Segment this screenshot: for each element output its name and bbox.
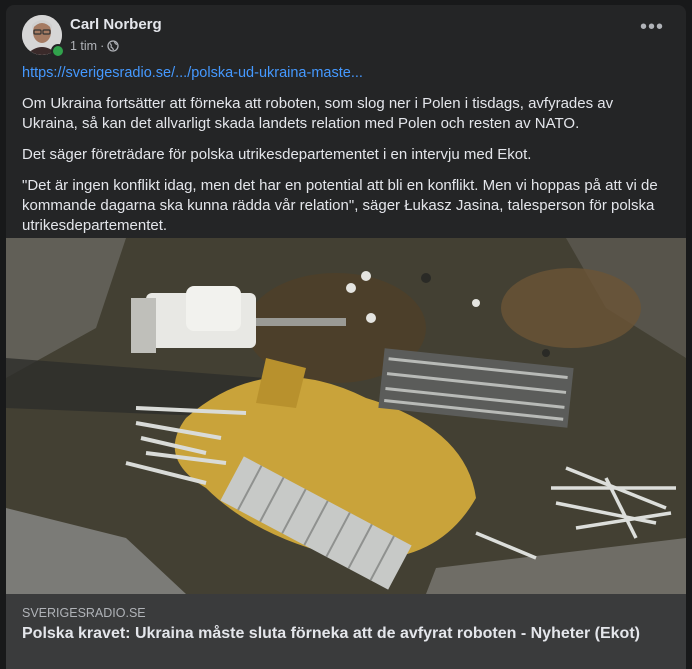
author-name[interactable]: Carl Norberg [70, 16, 162, 33]
link-preview-footer[interactable]: SVERIGESRADIO.SE Polska kravet: Ukraina … [6, 594, 686, 669]
post-meta: 1 tim · [70, 39, 119, 53]
meta-separator: · [100, 39, 105, 53]
post-header: Carl Norberg 1 tim · ••• [22, 15, 672, 59]
preview-domain: SVERIGESRADIO.SE [22, 606, 146, 620]
more-options-icon[interactable]: ••• [636, 17, 668, 43]
post-paragraph: Om Ukraina fortsätter att förneka att ro… [22, 95, 614, 132]
link-preview-image[interactable] [6, 238, 686, 594]
post-time[interactable]: 1 tim [70, 39, 97, 53]
post-body: https://sverigesradio.se/.../polska-ud-u… [22, 63, 662, 247]
preview-headline[interactable]: Polska kravet: Ukraina måste sluta förne… [22, 624, 662, 644]
globe-icon [107, 40, 119, 52]
post-paragraph: "Det är ingen konflikt idag, men det har… [22, 177, 658, 234]
post-link[interactable]: https://sverigesradio.se/.../polska-ud-u… [22, 65, 363, 81]
post-card: Carl Norberg 1 tim · ••• https://sverige… [6, 5, 686, 669]
online-status-indicator [51, 44, 65, 58]
post-paragraph: Det säger företrädare för polska utrikes… [22, 146, 532, 163]
